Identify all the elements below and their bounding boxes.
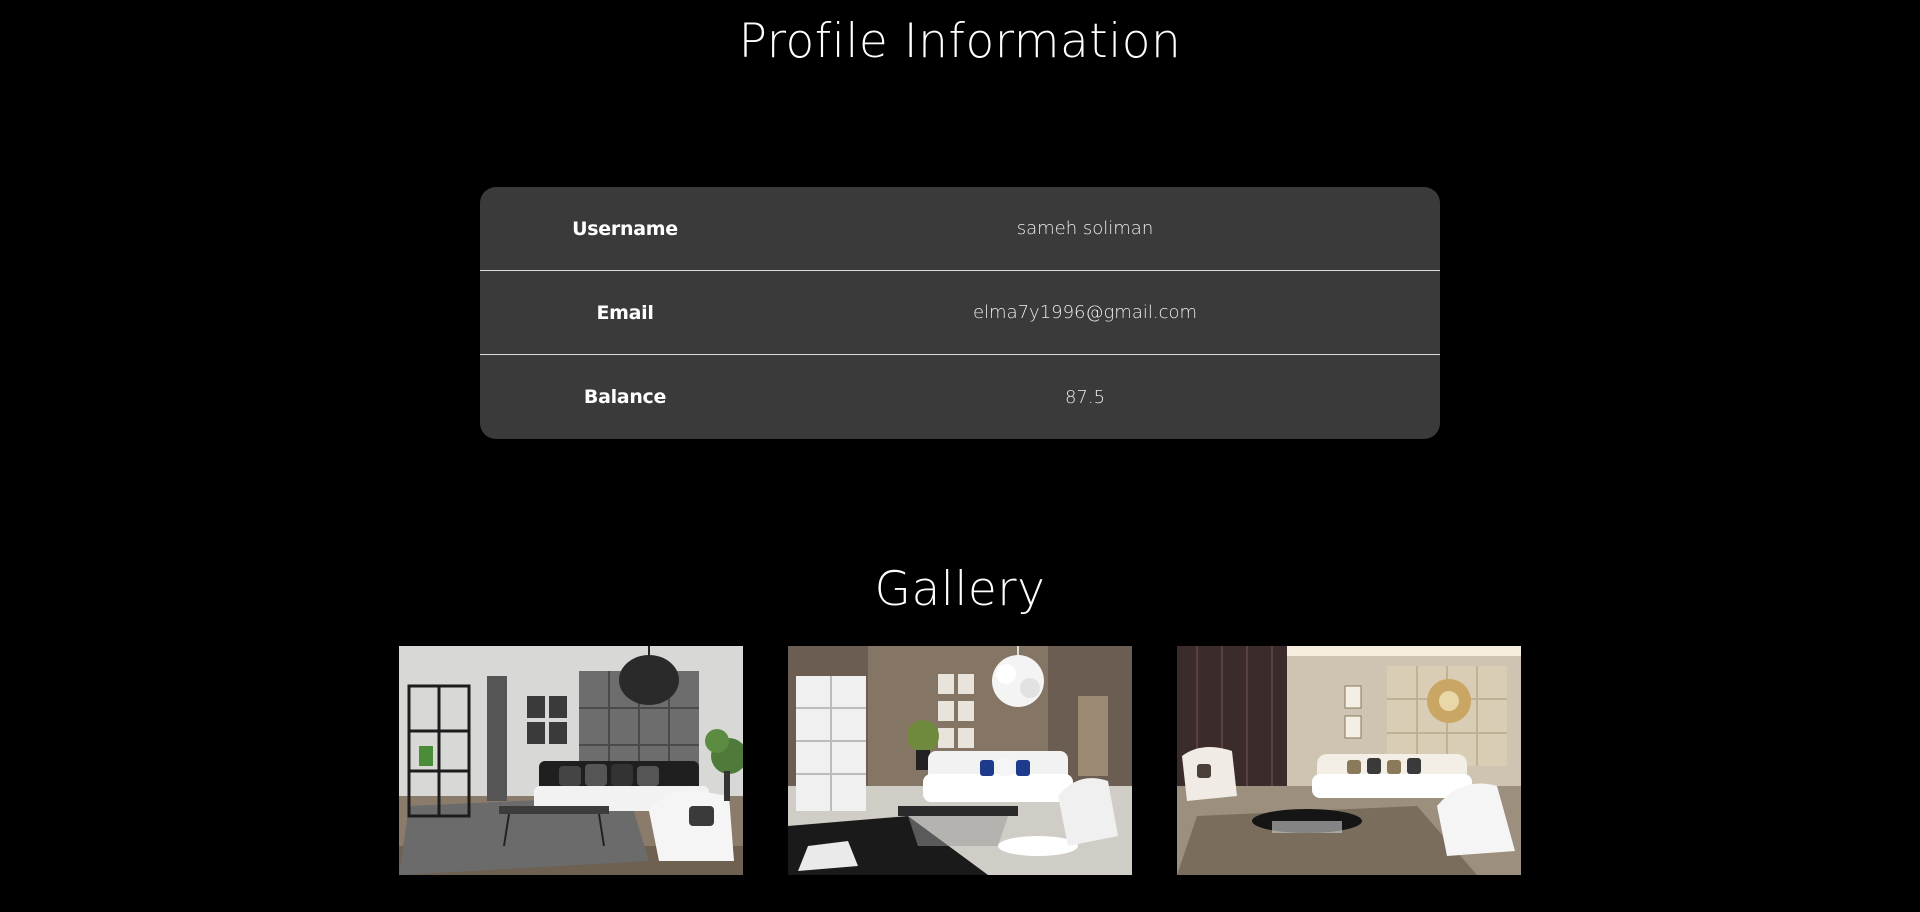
username-label: Username	[572, 217, 678, 240]
living-room-image-3[interactable]	[1177, 646, 1521, 875]
gallery	[399, 646, 1521, 876]
username-value: sameh soliman	[1016, 218, 1154, 239]
profile-info-table: Username sameh soliman Email elma7y1996@…	[480, 187, 1440, 439]
balance-label: Balance	[583, 386, 667, 408]
living-room-image-2[interactable]	[788, 646, 1132, 875]
living-room-image-1[interactable]	[399, 646, 743, 875]
table-row-email: Email elma7y1996@gmail.com	[480, 271, 1440, 355]
table-row-balance: Balance 87.5	[480, 355, 1440, 439]
balance-value: 87.5	[1064, 386, 1106, 408]
gallery-title: Gallery	[874, 562, 1046, 617]
email-value: elma7y1996@gmail.com	[972, 302, 1198, 323]
profile-title: Profile Information	[738, 14, 1182, 69]
page: Profile Information Username sameh solim…	[0, 0, 1920, 912]
email-label: Email	[596, 301, 654, 324]
table-row-username: Username sameh soliman	[480, 187, 1440, 271]
